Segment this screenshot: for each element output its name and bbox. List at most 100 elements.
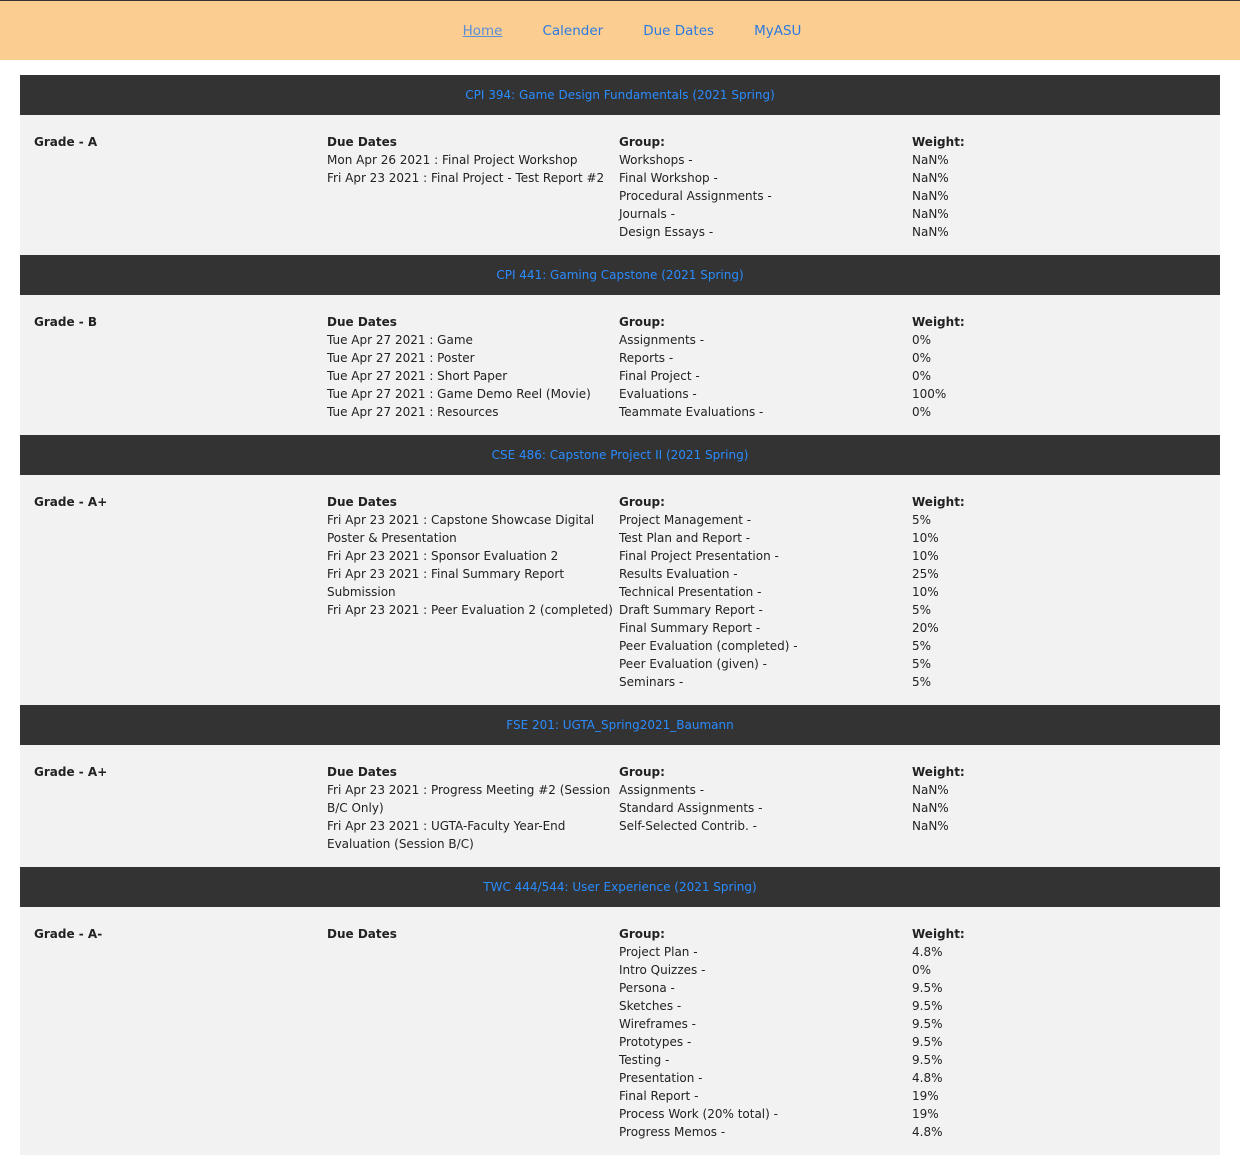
weight-column: Weight: 5% 10% 10% 25% 10% 5% 20% 5% 5% 5%	[912, 493, 1204, 691]
group-weight: 4.8%	[912, 945, 943, 959]
course-grade: Grade - A	[34, 135, 98, 149]
group-weight: 20%	[912, 621, 939, 635]
due-date-item: Tue Apr 27 2021 : Resources	[327, 405, 499, 419]
group-name: Self-Selected Contrib. -	[619, 819, 757, 833]
weight-heading: Weight:	[912, 927, 965, 941]
group-name: Evaluations -	[619, 387, 697, 401]
due-dates-column: Due Dates Mon Apr 26 2021 : Final Project…	[327, 133, 619, 241]
course-body: Grade - A- Due Dates Group: Project Plan - I…	[20, 907, 1220, 1155]
course-grade: Grade - A+	[34, 495, 108, 509]
due-date-item: Tue Apr 27 2021 : Game	[327, 333, 473, 347]
nav-myasu-link[interactable]: MyASU	[754, 23, 801, 39]
group-heading: Group:	[619, 927, 665, 941]
group-weight: NaN%	[912, 171, 949, 185]
group-name: Standard Assignments -	[619, 801, 763, 815]
group-column: Group: Assignments - Standard Assignments …	[619, 763, 912, 853]
group-weight: 9.5%	[912, 1053, 943, 1067]
course-grade: Grade - B	[34, 315, 98, 329]
group-weight: NaN%	[912, 801, 949, 815]
course-grade: Grade - A-	[34, 927, 103, 941]
grade-column: Grade - A+	[34, 763, 327, 853]
course-header: CPI 441: Gaming Capstone (2021 Spring)	[20, 255, 1220, 295]
group-name: Test Plan and Report -	[619, 531, 751, 545]
course-header: FSE 201: UGTA_Spring2021_Baumann	[20, 705, 1220, 745]
group-name: Assignments -	[619, 783, 705, 797]
group-weight: NaN%	[912, 783, 949, 797]
course-title-link[interactable]: CSE 486: Capstone Project II (2021 Sprin…	[492, 448, 749, 462]
due-date-item: Mon Apr 26 2021 : Final Project Workshop	[327, 153, 578, 167]
group-weight: 9.5%	[912, 1035, 943, 1049]
group-weight: 25%	[912, 567, 939, 581]
group-weight: 5%	[912, 513, 932, 527]
group-weight: 10%	[912, 531, 939, 545]
nav-due-dates-link[interactable]: Due Dates	[643, 23, 714, 39]
course-title-link[interactable]: FSE 201: UGTA_Spring2021_Baumann	[506, 718, 733, 732]
due-date-item: Tue Apr 27 2021 : Poster	[327, 351, 475, 365]
course-title-link[interactable]: CPI 394: Game Design Fundamentals (2021 …	[465, 88, 775, 102]
due-date-item: Fri Apr 23 2021 : Final Project - Test R…	[327, 171, 605, 185]
group-column: Group: Project Management - Test Plan and …	[619, 493, 912, 691]
group-name: Testing -	[619, 1053, 670, 1067]
group-weight: NaN%	[912, 819, 949, 833]
group-weight: NaN%	[912, 153, 949, 167]
due-dates-column: Due Dates Fri Apr 23 2021 : Progress Meet…	[327, 763, 619, 853]
group-name: Process Work (20% total) -	[619, 1107, 778, 1121]
group-column: Group: Project Plan - Intro Quizzes - Perso…	[619, 925, 912, 1141]
group-weight: 4.8%	[912, 1071, 943, 1085]
group-name: Peer Evaluation (given) -	[619, 657, 768, 671]
group-name: Assignments -	[619, 333, 705, 347]
group-name: Wireframes -	[619, 1017, 696, 1031]
group-name: Reports -	[619, 351, 674, 365]
weight-column: Weight: NaN% NaN% NaN% NaN% NaN%	[912, 133, 1204, 241]
due-dates-column: Due Dates Tue Apr 27 2021 : Game Tue Apr 2…	[327, 313, 619, 421]
group-weight: 5%	[912, 657, 932, 671]
group-weight: 10%	[912, 549, 939, 563]
group-name: Workshops -	[619, 153, 693, 167]
weight-column: Weight: 4.8% 0% 9.5% 9.5% 9.5% 9.5% 9.5% 4.8% 19%…	[912, 925, 1204, 1141]
course-header: CPI 394: Game Design Fundamentals (2021 …	[20, 75, 1220, 115]
group-heading: Group:	[619, 495, 665, 509]
due-date-item: Fri Apr 23 2021 : Final Summary Report S…	[327, 567, 565, 599]
group-name: Teammate Evaluations -	[619, 405, 764, 419]
due-date-item: Fri Apr 23 2021 : UGTA-Faculty Year-End …	[327, 819, 566, 851]
group-heading: Group:	[619, 765, 665, 779]
group-name: Prototypes -	[619, 1035, 692, 1049]
due-dates-heading: Due Dates	[327, 495, 397, 509]
due-date-item: Fri Apr 23 2021 : Progress Meeting #2 (S…	[327, 783, 611, 815]
group-heading: Group:	[619, 135, 665, 149]
due-date-item: Fri Apr 23 2021 : Capstone Showcase Digi…	[327, 513, 595, 545]
weight-heading: Weight:	[912, 765, 965, 779]
group-weight: 0%	[912, 351, 932, 365]
due-date-item: Tue Apr 27 2021 : Short Paper	[327, 369, 508, 383]
course-header: CSE 486: Capstone Project II (2021 Sprin…	[20, 435, 1220, 475]
grade-column: Grade - A-	[34, 925, 327, 1141]
nav-home-link[interactable]: Home	[463, 23, 503, 39]
nav-calender-link[interactable]: Calender	[542, 23, 603, 39]
group-weight: 5%	[912, 675, 932, 689]
group-weight: NaN%	[912, 207, 949, 221]
course-title-link[interactable]: CPI 441: Gaming Capstone (2021 Spring)	[496, 268, 743, 282]
group-name: Final Project -	[619, 369, 700, 383]
group-name: Presentation -	[619, 1071, 703, 1085]
group-weight: 0%	[912, 369, 932, 383]
grade-column: Grade - B	[34, 313, 327, 421]
group-name: Seminars -	[619, 675, 684, 689]
course-body: Grade - A+ Due Dates Fri Apr 23 2021 : Cap…	[20, 475, 1220, 705]
group-weight: 19%	[912, 1107, 939, 1121]
group-name: Draft Summary Report -	[619, 603, 763, 617]
group-weight: NaN%	[912, 225, 949, 239]
group-weight: 9.5%	[912, 999, 943, 1013]
group-weight: 4.8%	[912, 1125, 943, 1139]
weight-heading: Weight:	[912, 495, 965, 509]
due-dates-heading: Due Dates	[327, 927, 397, 941]
course-title-link[interactable]: TWC 444/544: User Experience (2021 Sprin…	[483, 880, 756, 894]
group-name: Progress Memos -	[619, 1125, 726, 1139]
due-dates-heading: Due Dates	[327, 765, 397, 779]
group-weight: 5%	[912, 603, 932, 617]
weight-column: Weight: NaN% NaN% NaN%	[912, 763, 1204, 853]
group-weight: 9.5%	[912, 981, 943, 995]
group-name: Journals -	[619, 207, 675, 221]
due-dates-heading: Due Dates	[327, 135, 397, 149]
weight-column: Weight: 0% 0% 0% 100% 0%	[912, 313, 1204, 421]
group-weight: 100%	[912, 387, 947, 401]
